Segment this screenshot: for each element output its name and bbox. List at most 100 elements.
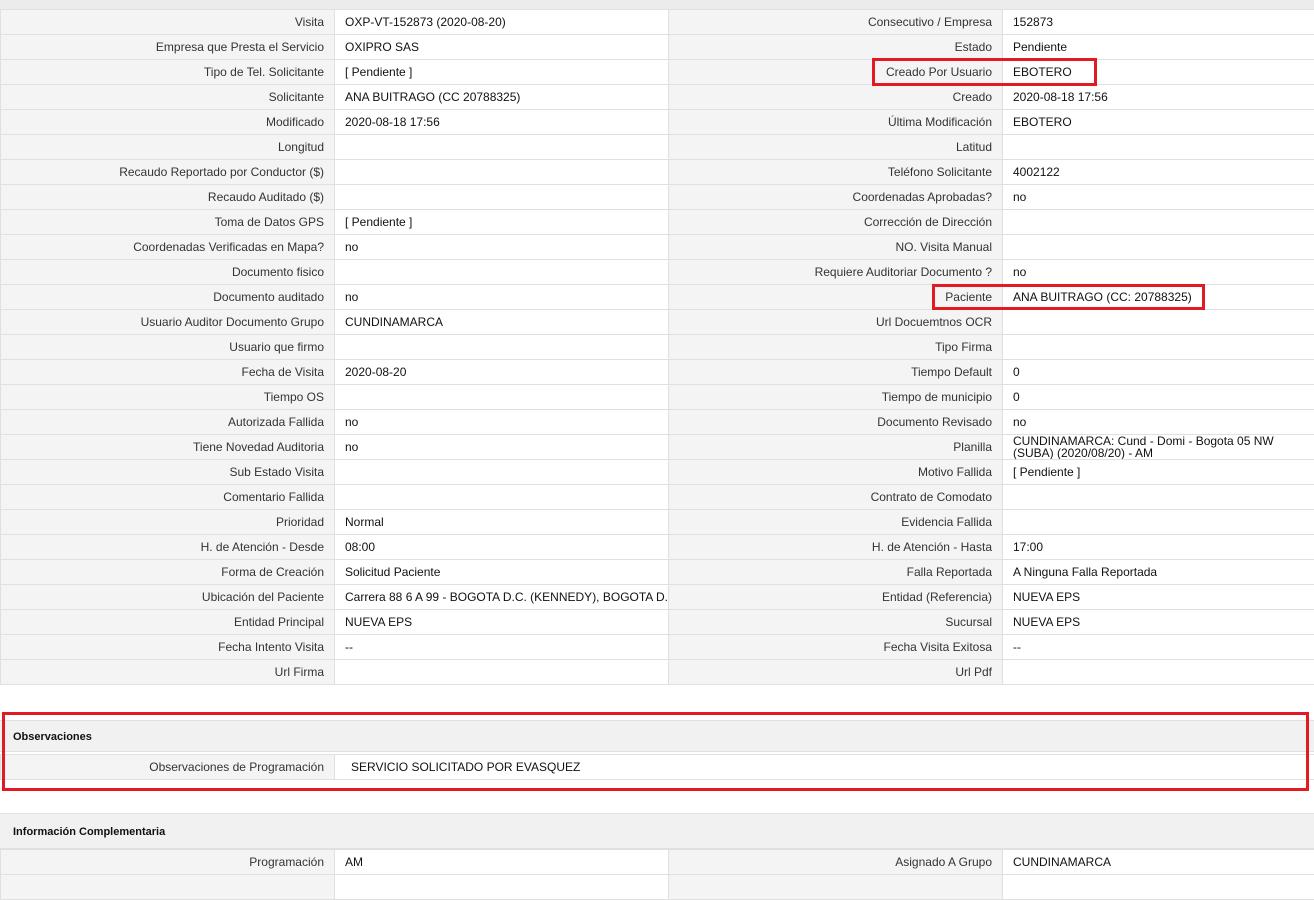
table-row: Recaudo Auditado ($) Coordenadas Aprobada… <box>1 185 1314 210</box>
field-label: Coordenadas Verificadas en Mapa? <box>1 235 335 260</box>
field-label: Programación <box>1 850 335 875</box>
field-label: Tipo de Tel. Solicitante <box>1 60 335 85</box>
table-row: Documento fisico Requiere Auditoriar Docu… <box>1 260 1314 285</box>
field-label: Documento auditado <box>1 285 335 310</box>
field-label: Recaudo Auditado ($) <box>1 185 335 210</box>
table-row: Comentario Fallida Contrato de Comodato <box>1 485 1314 510</box>
field-label: Usuario Auditor Documento Grupo <box>1 310 335 335</box>
field-label: Autorizada Fallida <box>1 410 335 435</box>
field-value: no <box>1003 185 1314 210</box>
field-value <box>335 385 669 410</box>
field-label: Fecha Visita Exitosa <box>669 635 1003 660</box>
field-value: -- <box>1003 635 1314 660</box>
field-label: Longitud <box>1 135 335 160</box>
highlight-creado-por-usuario <box>872 58 1097 86</box>
table-row: SolicitanteANA BUITRAGO (CC 20788325)Cre… <box>1 85 1314 110</box>
field-label: Falla Reportada <box>669 560 1003 585</box>
field-value: no <box>335 285 669 310</box>
field-value: no <box>335 435 669 460</box>
field-label: Tiempo OS <box>1 385 335 410</box>
table-row: Programación AM Asignado A Grupo CUNDINA… <box>1 850 1314 875</box>
field-value: 0 <box>1003 360 1314 385</box>
field-label: Url Docuemtnos OCR <box>669 310 1003 335</box>
field-value: 4002122 <box>1003 160 1314 185</box>
table-row: Recaudo Reportado por Conductor ($)Teléf… <box>1 160 1314 185</box>
field-label: Motivo Fallida <box>669 460 1003 485</box>
field-label: Modificado <box>1 110 335 135</box>
field-label: Teléfono Solicitante <box>669 160 1003 185</box>
visit-details-table: VisitaOXP-VT-152873 (2020-08-20)Consecut… <box>0 9 1314 685</box>
table-row: Ubicación del PacienteCarrera 88 6 A 99 … <box>1 585 1314 610</box>
field-label: Documento Revisado <box>669 410 1003 435</box>
field-value: 2020-08-20 <box>335 360 669 385</box>
field-value: NUEVA EPS <box>1003 585 1314 610</box>
field-value: Pendiente <box>1003 35 1314 60</box>
field-label: H. de Atención - Hasta <box>669 535 1003 560</box>
table-row: PrioridadNormalEvidencia Fallida <box>1 510 1314 535</box>
field-value: A Ninguna Falla Reportada <box>1003 560 1314 585</box>
field-label: Estado <box>669 35 1003 60</box>
field-value <box>335 335 669 360</box>
field-value: AM <box>335 850 669 875</box>
table-row: Autorizada Fallida noDocumento Revisado … <box>1 410 1314 435</box>
table-row: Toma de Datos GPS[ Pendiente ]Corrección… <box>1 210 1314 235</box>
field-value: [ Pendiente ] <box>1003 460 1314 485</box>
informacion-complementaria-section: Información Complementaria <box>0 813 1314 849</box>
field-value <box>335 135 669 160</box>
table-row: Usuario que firmoTipo Firma <box>1 335 1314 360</box>
field-value: 152873 <box>1003 10 1314 35</box>
field-label: Prioridad <box>1 510 335 535</box>
field-value: 0 <box>1003 385 1314 410</box>
field-label: Contrato de Comodato <box>669 485 1003 510</box>
table-row: Tiempo OS Tiempo de municipio0 <box>1 385 1314 410</box>
field-value <box>335 185 669 210</box>
field-label: Empresa que Presta el Servicio <box>1 35 335 60</box>
field-value: no <box>335 235 669 260</box>
field-label: Visita <box>1 10 335 35</box>
field-value <box>1003 660 1314 685</box>
field-label: NO. Visita Manual <box>669 235 1003 260</box>
field-label: H. de Atención - Desde <box>1 535 335 560</box>
field-label: Tiempo de municipio <box>669 385 1003 410</box>
field-value: no <box>335 410 669 435</box>
field-value: OXP-VT-152873 (2020-08-20) <box>335 10 669 35</box>
table-row: Forma de CreaciónSolicitud PacienteFalla… <box>1 560 1314 585</box>
field-label: Fecha de Visita <box>1 360 335 385</box>
field-value: ANA BUITRAGO (CC 20788325) <box>335 85 669 110</box>
highlight-paciente <box>932 284 1205 310</box>
informacion-complementaria-title: Información Complementaria <box>13 826 165 838</box>
field-value: no <box>1003 410 1314 435</box>
field-label: Sucursal <box>669 610 1003 635</box>
table-row: Coordenadas Verificadas en Mapa? noNO. V… <box>1 235 1314 260</box>
field-value: Solicitud Paciente <box>335 560 669 585</box>
field-label: Ubicación del Paciente <box>1 585 335 610</box>
field-label: Toma de Datos GPS <box>1 210 335 235</box>
complementaria-table: Programación AM Asignado A Grupo CUNDINA… <box>0 849 1314 900</box>
field-value: 2020-08-18 17:56 <box>1003 85 1314 110</box>
table-row: Fecha de Visita 2020-08-20Tiempo Default… <box>1 360 1314 385</box>
field-value <box>1003 235 1314 260</box>
field-label: Latitud <box>669 135 1003 160</box>
field-value <box>1003 210 1314 235</box>
field-value <box>1003 135 1314 160</box>
field-value <box>1003 510 1314 535</box>
field-label: Documento fisico <box>1 260 335 285</box>
field-label: Requiere Auditoriar Documento ? <box>669 260 1003 285</box>
field-label: Planilla <box>669 435 1003 460</box>
table-row <box>1 875 1314 900</box>
field-value: CUNDINAMARCA: Cund - Domi - Bogota 05 NW… <box>1003 435 1314 460</box>
field-value <box>1003 335 1314 360</box>
table-row: Entidad PrincipalNUEVA EPSSucursalNUEVA … <box>1 610 1314 635</box>
field-label: Fecha Intento Visita <box>1 635 335 660</box>
field-value: 2020-08-18 17:56 <box>335 110 669 135</box>
field-value <box>335 260 669 285</box>
field-value <box>335 485 669 510</box>
field-label: Solicitante <box>1 85 335 110</box>
field-value: CUNDINAMARCA <box>335 310 669 335</box>
field-value <box>1003 310 1314 335</box>
field-label: Tiempo Default <box>669 360 1003 385</box>
field-label: Coordenadas Aprobadas? <box>669 185 1003 210</box>
field-label: Comentario Fallida <box>1 485 335 510</box>
field-value <box>1003 485 1314 510</box>
field-label: Entidad Principal <box>1 610 335 635</box>
